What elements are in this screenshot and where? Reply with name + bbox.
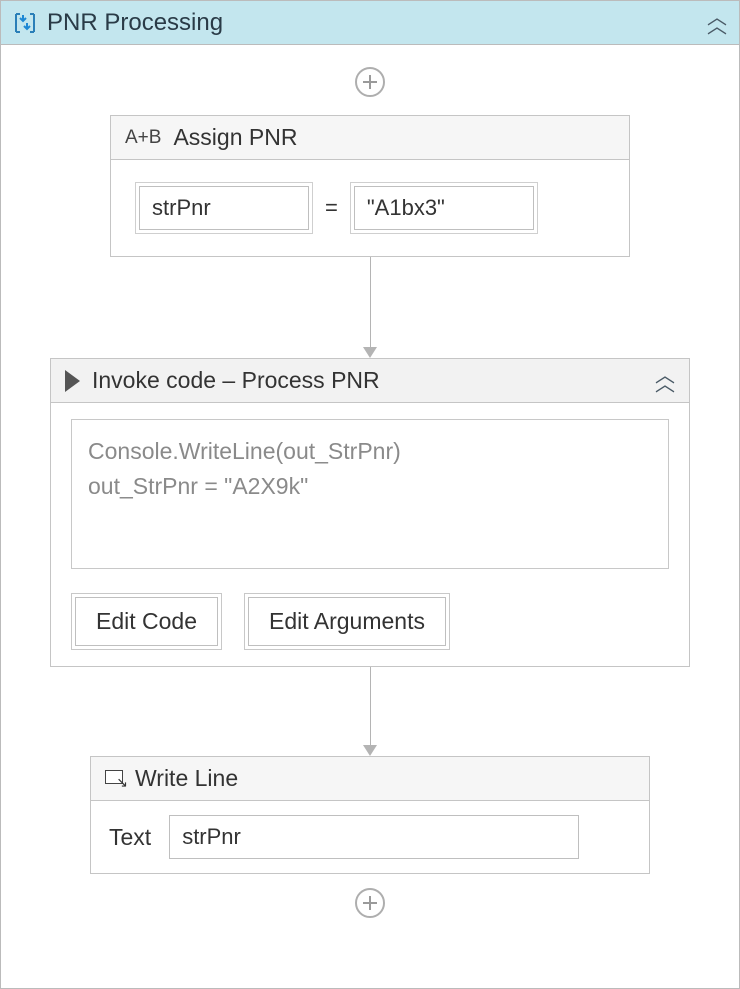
add-activity-bottom-button[interactable]	[355, 888, 385, 918]
writeline-header[interactable]: ↘ Write Line	[91, 757, 649, 801]
assign-icon: A+B	[125, 127, 161, 149]
invoke-code-preview[interactable]: Console.WriteLine(out_StrPnr) out_StrPnr…	[71, 419, 669, 569]
invoke-title: Invoke code – Process PNR	[92, 367, 655, 394]
writeline-icon: ↘	[105, 770, 125, 788]
assign-to-wrapper	[135, 182, 313, 234]
sequence-header[interactable]: PNR Processing ︿︿	[1, 1, 739, 45]
edit-arguments-button[interactable]: Edit Arguments	[248, 597, 446, 646]
invoke-header[interactable]: Invoke code – Process PNR ︿︿	[51, 359, 689, 403]
assign-title: Assign PNR	[173, 124, 297, 151]
flow-connector	[363, 667, 377, 756]
assign-activity[interactable]: A+B Assign PNR =	[110, 115, 630, 257]
invoke-code-activity[interactable]: Invoke code – Process PNR ︿︿ Console.Wri…	[50, 358, 690, 667]
collapse-icon[interactable]: ︿︿	[655, 372, 675, 390]
collapse-icon[interactable]: ︿︿	[707, 14, 727, 32]
assign-body: =	[111, 160, 629, 256]
writeline-body: Text	[91, 801, 649, 873]
expand-icon[interactable]	[65, 370, 80, 392]
writeline-text-label: Text	[109, 824, 151, 851]
sequence-body: A+B Assign PNR =	[1, 45, 739, 988]
writeline-title: Write Line	[135, 765, 238, 792]
writeline-activity[interactable]: ↘ Write Line Text	[90, 756, 650, 874]
assign-header[interactable]: A+B Assign PNR	[111, 116, 629, 160]
flow-connector	[363, 257, 377, 358]
sequence-icon	[13, 11, 37, 35]
edit-code-button[interactable]: Edit Code	[75, 597, 218, 646]
assign-value-wrapper	[350, 182, 538, 234]
add-activity-top-button[interactable]	[355, 67, 385, 97]
assign-to-input[interactable]	[139, 186, 309, 230]
invoke-body: Console.WriteLine(out_StrPnr) out_StrPnr…	[51, 403, 689, 666]
sequence-title: PNR Processing	[47, 9, 707, 37]
writeline-text-input[interactable]	[169, 815, 579, 859]
sequence-container: PNR Processing ︿︿ A+B Assign PNR =	[0, 0, 740, 989]
assign-value-input[interactable]	[354, 186, 534, 230]
equals-label: =	[325, 195, 338, 221]
